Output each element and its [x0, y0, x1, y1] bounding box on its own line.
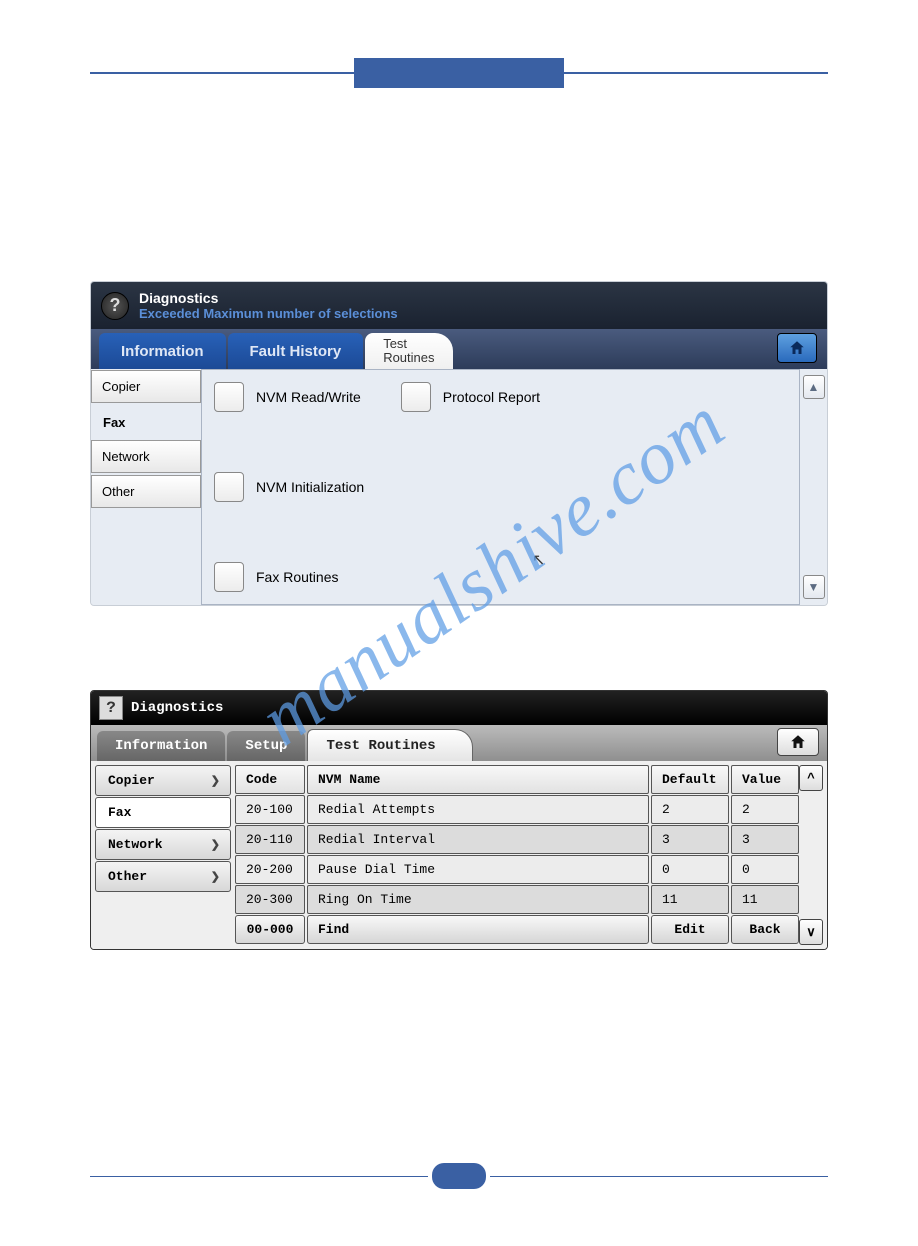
- home-button[interactable]: [777, 728, 819, 756]
- table-header-row: Code NVM Name Default Value: [235, 765, 799, 794]
- table-row[interactable]: 20-300 Ring On Time 11 11: [235, 885, 799, 914]
- tab-test-routines[interactable]: Test Routines: [365, 333, 452, 369]
- chevron-right-icon: ❯: [211, 774, 220, 788]
- sidebar-item-network[interactable]: Network❯: [95, 829, 231, 860]
- edit-button[interactable]: Edit: [651, 915, 729, 944]
- header-code: Code: [235, 765, 305, 794]
- header-rule: [90, 58, 828, 88]
- tab-information[interactable]: Information: [97, 731, 225, 761]
- help-icon[interactable]: ?: [99, 696, 123, 720]
- scroll-up-button[interactable]: ▲: [803, 375, 825, 399]
- diagnostics-title: Diagnostics: [139, 290, 398, 306]
- chevron-right-icon: ❯: [211, 838, 220, 852]
- scroll-down-button[interactable]: ▼: [803, 575, 825, 599]
- screenshot-test-routines-fax: ? Diagnostics Exceeded Maximum number of…: [90, 281, 828, 606]
- home-icon: [789, 733, 807, 751]
- option-nvm-read-write[interactable]: NVM Read/Write: [214, 382, 361, 412]
- chevron-right-icon: ❯: [211, 870, 220, 884]
- sidebar-item-fax[interactable]: Fax: [95, 797, 231, 828]
- back-button[interactable]: Back: [731, 915, 799, 944]
- table-row[interactable]: 20-110 Redial Interval 3 3: [235, 825, 799, 854]
- page-footer: [90, 1162, 828, 1190]
- screenshot-nvm-table: ? Diagnostics Information Setup Test Rou…: [90, 690, 828, 950]
- tab-test-routines[interactable]: Test Routines: [307, 729, 472, 761]
- sidebar-item-copier[interactable]: Copier❯: [95, 765, 231, 796]
- header-nvm-name: NVM Name: [307, 765, 649, 794]
- sidebar-item-other[interactable]: Other❯: [95, 861, 231, 892]
- option-nvm-initialization[interactable]: NVM Initialization: [214, 472, 364, 502]
- tab-setup[interactable]: Setup: [227, 731, 305, 761]
- cursor-icon: ↖: [532, 550, 545, 570]
- table-row[interactable]: 20-200 Pause Dial Time 0 0: [235, 855, 799, 884]
- diagnostics-title: Diagnostics: [131, 700, 223, 716]
- find-button[interactable]: Find: [307, 915, 649, 944]
- header-default: Default: [651, 765, 729, 794]
- checkbox-icon: [401, 382, 431, 412]
- table-row[interactable]: 20-100 Redial Attempts 2 2: [235, 795, 799, 824]
- option-protocol-report[interactable]: Protocol Report: [401, 382, 540, 412]
- help-icon[interactable]: ?: [101, 292, 129, 320]
- table-footer-row: 00-000 Find Edit Back: [235, 915, 799, 944]
- header-value: Value: [731, 765, 799, 794]
- sidebar-item-fax[interactable]: Fax: [91, 405, 201, 440]
- checkbox-icon: [214, 562, 244, 592]
- code-input[interactable]: 00-000: [235, 915, 305, 944]
- checkbox-icon: [214, 382, 244, 412]
- diagnostics-subtitle: Exceeded Maximum number of selections: [139, 306, 398, 321]
- checkbox-icon: [214, 472, 244, 502]
- home-button[interactable]: [777, 333, 817, 363]
- tab-information[interactable]: Information: [99, 333, 226, 369]
- sidebar-item-network[interactable]: Network: [91, 440, 201, 473]
- sidebar-item-other[interactable]: Other: [91, 475, 201, 508]
- scroll-down-button[interactable]: ∨: [799, 919, 823, 945]
- home-icon: [788, 339, 806, 357]
- tab-fault-history[interactable]: Fault History: [228, 333, 364, 369]
- sidebar-item-copier[interactable]: Copier: [91, 370, 201, 403]
- option-fax-routines[interactable]: Fax Routines: [214, 562, 338, 592]
- scroll-up-button[interactable]: ^: [799, 765, 823, 791]
